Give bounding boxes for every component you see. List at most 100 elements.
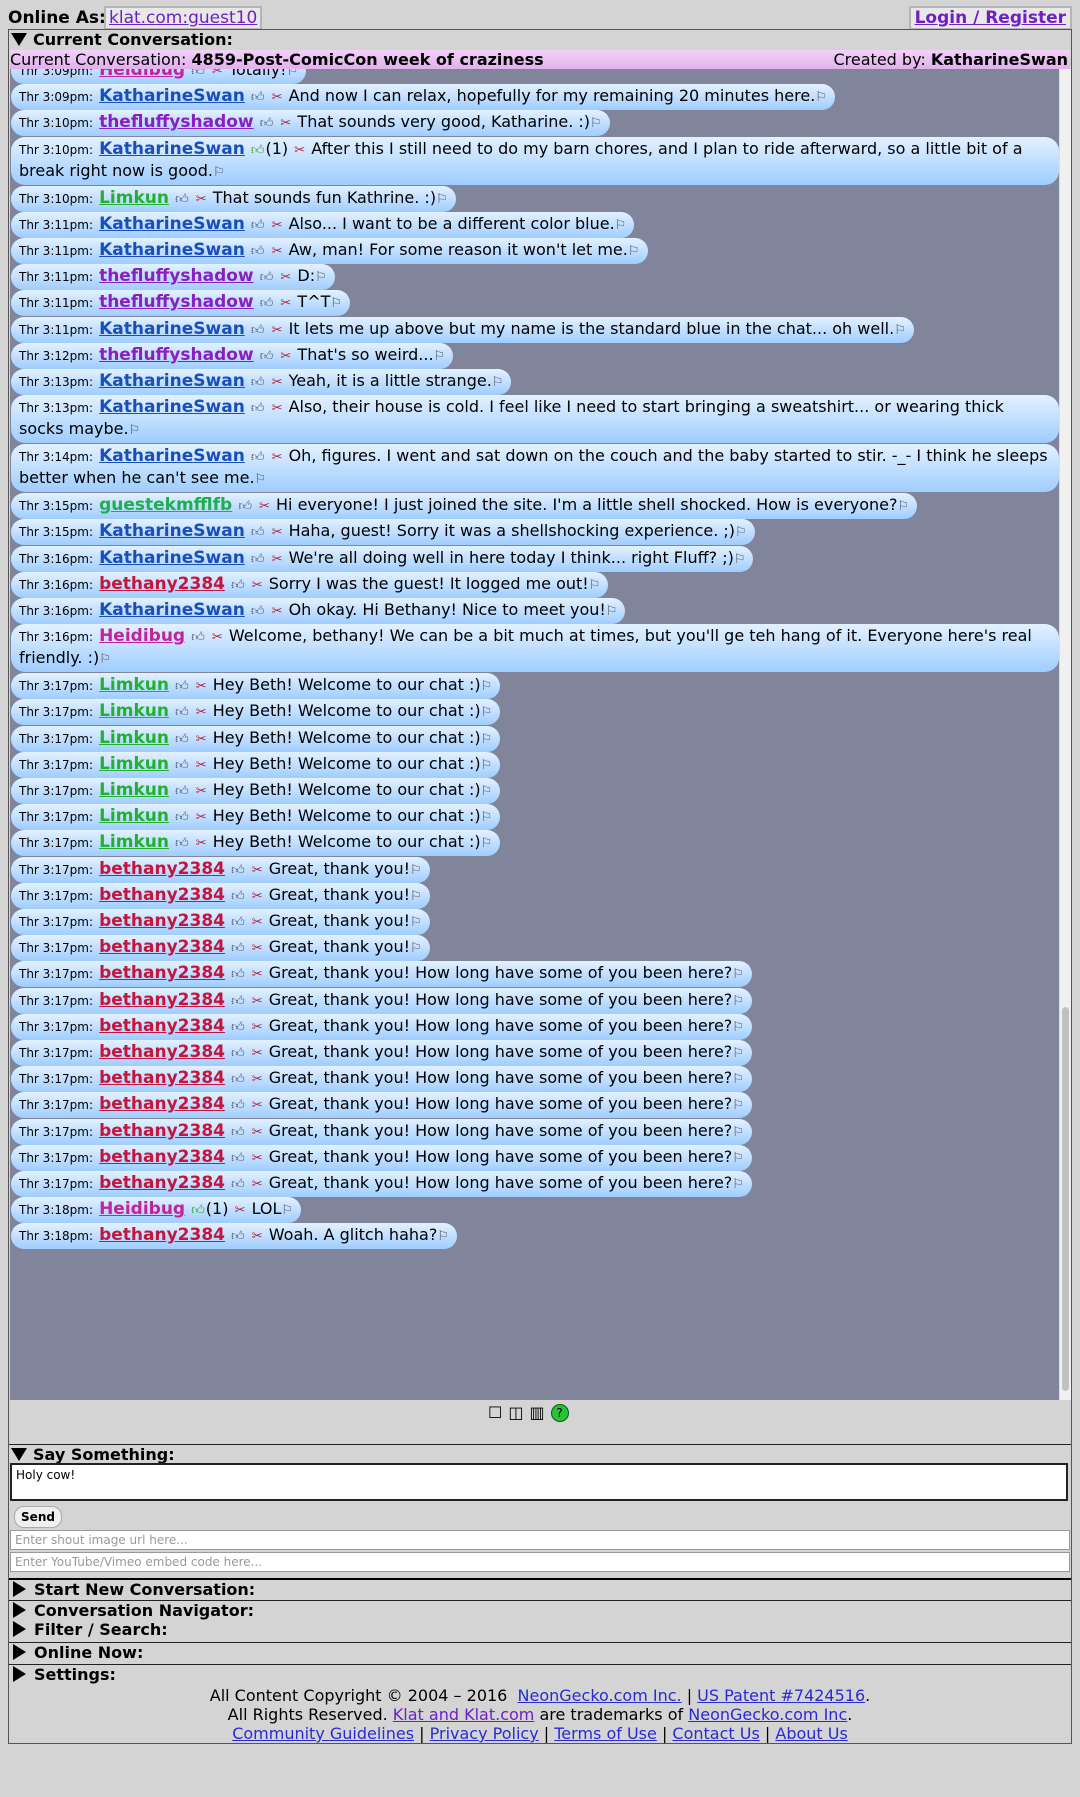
shoutout-icon[interactable]: ✂ [252, 576, 263, 596]
embed-code-input[interactable]: Enter YouTube/Vimeo embed code here... [10, 1552, 1070, 1572]
help-icon[interactable]: ? [550, 1404, 569, 1422]
flag-icon[interactable]: ⚐ [894, 323, 906, 338]
scrollbar-thumb[interactable] [1062, 1007, 1069, 1391]
message-username-link[interactable]: Limkun [99, 806, 169, 826]
flag-icon[interactable]: ⚐ [590, 116, 602, 131]
online-now-header[interactable]: Online Now: [9, 1642, 1071, 1663]
shoutout-icon[interactable]: ✂ [272, 550, 283, 570]
flag-icon[interactable]: ⚐ [481, 784, 493, 799]
thumbs-up-icon[interactable]: 👍︎ [231, 861, 245, 881]
two-pane-icon[interactable]: ◫ [508, 1403, 529, 1422]
message-username-link[interactable]: bethany2384 [99, 1121, 225, 1141]
shoutout-icon[interactable]: ✂ [252, 1123, 263, 1143]
flag-icon[interactable]: ⚐ [129, 423, 141, 438]
thumbs-up-icon[interactable]: 👍︎ [175, 190, 189, 210]
flag-icon[interactable]: ⚐ [815, 90, 827, 105]
thumbs-up-icon[interactable]: 👍︎ [191, 1201, 205, 1221]
thumbs-up-icon[interactable]: 👍︎ [231, 1175, 245, 1195]
message-username-link[interactable]: Limkun [99, 701, 169, 721]
flag-icon[interactable]: ⚐ [732, 1151, 744, 1166]
flag-icon[interactable]: ⚐ [481, 758, 493, 773]
message-username-link[interactable]: bethany2384 [99, 1173, 225, 1193]
thumbs-up-icon[interactable]: 👍︎ [175, 808, 189, 828]
shoutout-icon[interactable]: ✂ [272, 523, 283, 543]
thumbs-up-icon[interactable]: 👍︎ [231, 965, 245, 985]
shoutout-icon[interactable]: ✂ [252, 887, 263, 907]
shoutout-icon[interactable]: ✂ [272, 88, 283, 108]
message-username-link[interactable]: KatharineSwan [99, 371, 245, 391]
thumbs-up-icon[interactable]: 👍︎ [231, 1123, 245, 1143]
thumbs-up-icon[interactable]: 👍︎ [175, 834, 189, 854]
flag-icon[interactable]: ⚐ [410, 889, 422, 904]
filter-search-header[interactable]: Filter / Search: [9, 1620, 1071, 1640]
message-username-link[interactable]: Limkun [99, 675, 169, 695]
flag-icon[interactable]: ⚐ [481, 705, 493, 720]
flag-icon[interactable]: ⚐ [99, 652, 111, 667]
thumbs-up-icon[interactable]: 👍︎ [251, 523, 265, 543]
shoutout-icon[interactable]: ✂ [196, 808, 207, 828]
thumbs-up-icon[interactable]: 👍︎ [251, 373, 265, 393]
shoutout-icon[interactable]: ✂ [196, 677, 207, 697]
message-username-link[interactable]: thefluffyshadow [99, 292, 254, 312]
thumbs-up-icon[interactable]: 👍︎ [175, 730, 189, 750]
flag-icon[interactable]: ⚐ [732, 1072, 744, 1087]
message-username-link[interactable]: KatharineSwan [99, 548, 245, 568]
chat-message-list[interactable]: Thr 3:09pm: Heidibug 👍︎ ✂ Totally!⚐ Thr 3… [10, 69, 1059, 1400]
shoutout-icon[interactable]: ✂ [252, 1175, 263, 1195]
shoutout-icon[interactable]: ✂ [252, 1018, 263, 1038]
message-username-link[interactable]: bethany2384 [99, 963, 225, 983]
shoutout-icon[interactable]: ✂ [196, 730, 207, 750]
shoutout-icon[interactable]: ✂ [252, 913, 263, 933]
flag-icon[interactable]: ⚐ [898, 499, 910, 514]
message-username-link[interactable]: bethany2384 [99, 911, 225, 931]
shoutout-icon[interactable]: ✂ [252, 939, 263, 959]
say-something-header[interactable]: Say Something: [9, 1444, 1071, 1465]
message-username-link[interactable]: bethany2384 [99, 1016, 225, 1036]
message-username-link[interactable]: KatharineSwan [99, 240, 245, 260]
flag-icon[interactable]: ⚐ [735, 525, 747, 540]
shoutout-icon[interactable]: ✂ [212, 628, 223, 648]
thumbs-up-icon[interactable]: 👍︎ [260, 347, 274, 367]
message-username-link[interactable]: Heidibug [99, 1199, 185, 1219]
thumbs-up-icon[interactable]: 👍︎ [231, 1227, 245, 1247]
thumbs-up-icon[interactable]: 👍︎ [231, 1044, 245, 1064]
flag-icon[interactable]: ⚐ [436, 192, 448, 207]
shoutout-icon[interactable]: ✂ [294, 141, 305, 161]
trademark-company-link[interactable]: NeonGecko.com Inc [688, 1705, 847, 1724]
message-username-link[interactable]: bethany2384 [99, 859, 225, 879]
shoutout-icon[interactable]: ✂ [272, 216, 283, 236]
thumbs-up-icon[interactable]: 👍︎ [175, 782, 189, 802]
shoutout-icon[interactable]: ✂ [196, 190, 207, 210]
shoutout-icon[interactable]: ✂ [272, 373, 283, 393]
flag-icon[interactable]: ⚐ [330, 296, 342, 311]
shoutout-icon[interactable]: ✂ [272, 399, 283, 419]
patent-link[interactable]: US Patent #7424516 [697, 1686, 865, 1705]
shoutout-icon[interactable]: ✂ [280, 268, 291, 288]
shoutout-icon[interactable]: ✂ [252, 965, 263, 985]
message-username-link[interactable]: bethany2384 [99, 990, 225, 1010]
chat-scrollbar[interactable] [1059, 69, 1071, 1400]
shoutout-icon[interactable]: ✂ [252, 1096, 263, 1116]
thumbs-up-icon[interactable]: 👍︎ [231, 1070, 245, 1090]
message-username-link[interactable]: KatharineSwan [99, 397, 245, 417]
conversation-navigator-header[interactable]: Conversation Navigator: [9, 1600, 1071, 1621]
flag-icon[interactable]: ⚐ [315, 270, 327, 285]
message-username-link[interactable]: bethany2384 [99, 1068, 225, 1088]
message-username-link[interactable]: bethany2384 [99, 1147, 225, 1167]
shoutout-icon[interactable]: ✂ [196, 834, 207, 854]
flag-icon[interactable]: ⚐ [410, 915, 422, 930]
thumbs-up-icon[interactable]: 👍︎ [175, 756, 189, 776]
message-username-link[interactable]: Limkun [99, 832, 169, 852]
current-conversation-header[interactable]: Current Conversation: [9, 30, 1071, 50]
thumbs-up-icon[interactable]: 👍︎ [251, 242, 265, 262]
thumbs-up-icon[interactable]: 👍︎ [231, 887, 245, 907]
message-username-link[interactable]: KatharineSwan [99, 214, 245, 234]
message-username-link[interactable]: Limkun [99, 754, 169, 774]
login-register-link[interactable]: Login / Register [908, 6, 1072, 30]
about-us-link[interactable]: About Us [775, 1724, 847, 1743]
flag-icon[interactable]: ⚐ [410, 941, 422, 956]
thumbs-up-icon[interactable]: 👍︎ [231, 1018, 245, 1038]
flag-icon[interactable]: ⚐ [732, 1020, 744, 1035]
thumbs-up-icon[interactable]: 👍︎ [231, 1096, 245, 1116]
thumbs-up-icon[interactable]: 👍︎ [251, 399, 265, 419]
